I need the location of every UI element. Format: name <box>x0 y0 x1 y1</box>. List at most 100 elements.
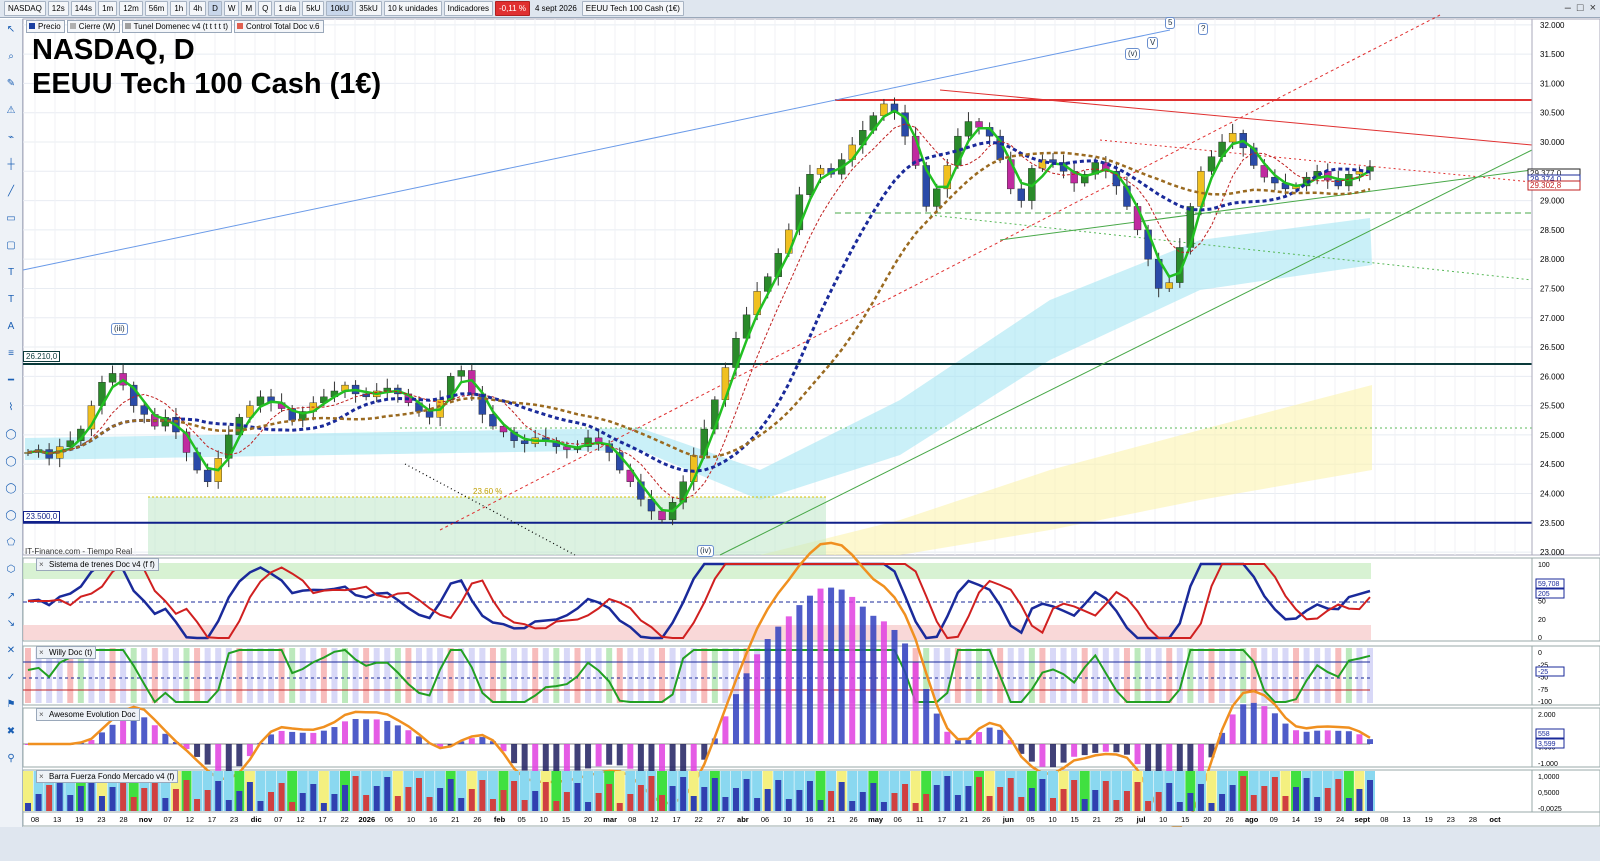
barra-bar <box>1071 780 1078 811</box>
barra-bar <box>902 784 909 811</box>
willy-bar <box>268 648 275 703</box>
ao-bar <box>954 740 961 744</box>
willy-bar <box>627 648 634 703</box>
willy-bar <box>965 648 972 703</box>
barra-bar <box>1335 779 1342 811</box>
barra-bar <box>479 780 486 811</box>
willy-bar <box>1166 648 1173 703</box>
indicator-axis-label: 2.000 <box>1538 712 1556 719</box>
x-tick-label: 28 <box>1469 815 1477 824</box>
barra-bar <box>574 783 581 811</box>
barra-bar <box>754 798 761 811</box>
ao-bar <box>806 595 813 744</box>
x-tick-label: 21 <box>960 815 968 824</box>
indicator-axis-label: -1.000 <box>1538 761 1558 768</box>
ao-bar <box>595 744 602 767</box>
barra-bar <box>236 791 243 811</box>
ao-bar <box>944 731 951 744</box>
x-tick-label: 06 <box>761 815 769 824</box>
barra-bar <box>870 783 877 811</box>
x-tick-label: 19 <box>1424 815 1432 824</box>
barra-bar <box>954 795 961 811</box>
x-tick-label: 06 <box>894 815 902 824</box>
ao-bar <box>1039 744 1046 767</box>
willy-bar <box>648 648 655 703</box>
x-tick-label: 17 <box>208 815 216 824</box>
ao-bar <box>373 719 380 744</box>
barra-bar <box>669 786 676 811</box>
ao-bar <box>828 587 835 744</box>
wave-label-question: ? <box>1198 23 1209 35</box>
barra-bar <box>521 800 528 811</box>
willy-bar <box>1282 648 1289 703</box>
x-tick-label: 24 <box>1336 815 1344 824</box>
ao-bar <box>880 621 887 744</box>
ao-bar <box>849 596 856 744</box>
ao-bar <box>162 733 169 744</box>
ao-bar <box>310 732 317 744</box>
x-tick-label: 14 <box>1292 815 1300 824</box>
ao-bar <box>690 744 697 776</box>
osc-overbought-zone <box>23 563 1371 579</box>
ao-bar <box>1229 714 1236 744</box>
panel-header-barra[interactable]: × Barra Fuerza Fondo Mercado v4 (f) <box>36 770 179 783</box>
willy-bar <box>373 648 380 703</box>
overlay-item-1[interactable]: Cierre (W) <box>66 20 120 33</box>
chart-title: NASDAQ, D EEUU Tech 100 Cash (1€) <box>32 33 381 101</box>
overlay-item-0[interactable]: Precio <box>26 20 65 33</box>
barra-bar <box>289 802 296 811</box>
willy-bar <box>289 648 296 703</box>
barra-bar <box>511 781 518 811</box>
panel-header-trenes[interactable]: × Sistema de trenes Doc v4 (f f) <box>36 558 159 571</box>
y-tick-label: 29.000 <box>1540 197 1565 206</box>
willy-bar <box>384 648 391 703</box>
barra-bar <box>1271 777 1278 811</box>
wave-label-v-minor: (v) <box>1125 48 1141 60</box>
overlay-item-3[interactable]: Control Total Doc v.6 <box>233 20 324 33</box>
barra-bar <box>35 794 42 811</box>
barra-bar <box>1028 788 1035 811</box>
indicator-axis-label: 0 <box>1538 635 1542 642</box>
x-tick-label: 08 <box>31 815 39 824</box>
ao-bar <box>289 731 296 744</box>
barra-bar <box>447 779 454 811</box>
x-tick-label: 07 <box>164 815 172 824</box>
barra-bar <box>1039 779 1046 811</box>
overlay-item-2[interactable]: Tunel Domenec v4 (t t t t t) <box>121 20 232 33</box>
ao-bar <box>574 744 581 771</box>
ao-bar <box>394 725 401 744</box>
willy-bar <box>1123 648 1130 703</box>
barra-bar <box>1250 795 1257 811</box>
barra-bar <box>1219 794 1226 811</box>
barra-bar <box>25 803 31 811</box>
barra-bar <box>1367 780 1373 811</box>
willy-bar <box>1134 648 1141 703</box>
ao-bar <box>923 689 930 744</box>
barra-bar <box>595 793 602 811</box>
barra-bar <box>130 797 137 811</box>
willy-bar <box>606 648 613 703</box>
panel-header-willy[interactable]: × Willy Doc (t) <box>36 646 97 659</box>
ao-bar <box>891 629 898 744</box>
willy-bar <box>542 648 549 703</box>
ao-bar <box>1324 730 1331 744</box>
barra-bar <box>1049 798 1056 811</box>
ao-bar <box>141 717 148 744</box>
x-tick-label: 21 <box>451 815 459 824</box>
x-tick-label: 25 <box>1115 815 1123 824</box>
y-tick-label: 26.500 <box>1540 343 1565 352</box>
candle-body <box>520 440 529 444</box>
barra-bar <box>151 779 158 811</box>
indicator-axis-label: -100 <box>1538 699 1552 706</box>
ao-bar <box>215 744 222 771</box>
ao-bar <box>511 744 518 764</box>
ao-bar <box>1356 734 1363 744</box>
willy-bar <box>1219 648 1226 703</box>
candle-body <box>457 370 465 377</box>
panel-header-awesome[interactable]: × Awesome Evolution Doc <box>36 708 140 721</box>
y-tick-label: 24.000 <box>1540 489 1565 498</box>
y-tick-label: 23.000 <box>1540 548 1565 557</box>
barra-bar <box>965 786 972 811</box>
barra-bar <box>342 785 349 811</box>
ao-bar <box>722 716 729 744</box>
